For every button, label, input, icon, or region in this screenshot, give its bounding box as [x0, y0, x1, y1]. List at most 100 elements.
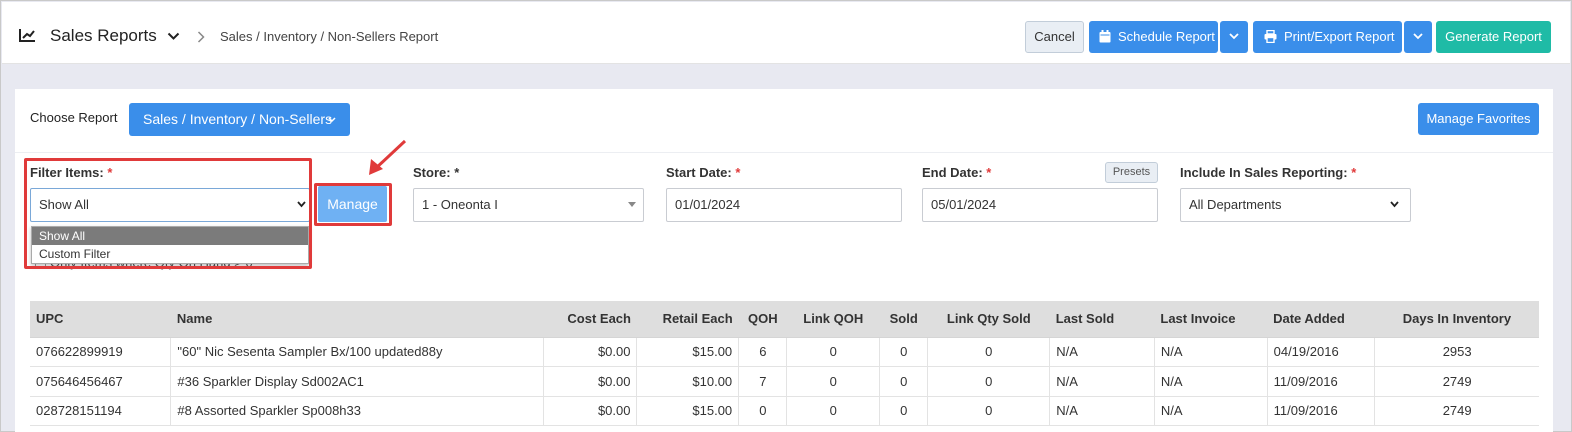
chevron-right-icon [197, 31, 205, 43]
store-label: Store: * [413, 165, 459, 180]
presets-button[interactable]: Presets [1105, 162, 1158, 183]
cell-sold: 0 [879, 366, 929, 397]
column-header-last-sold[interactable]: Last Sold [1049, 301, 1155, 338]
cell-cost-each: $0.00 [543, 366, 638, 397]
cell-date-added: 04/19/2016 [1267, 337, 1376, 367]
schedule-report-button[interactable]: Schedule Report [1089, 21, 1218, 53]
cell-cost-each: $0.00 [543, 337, 638, 367]
choose-report-label: Choose Report [30, 110, 118, 125]
caret-down-icon [628, 202, 636, 207]
end-date-label-text: End Date: [922, 165, 983, 180]
column-header-link-qty-sold[interactable]: Link Qty Sold [927, 301, 1050, 338]
chevron-down-icon [1413, 33, 1423, 40]
column-header-link-qoh[interactable]: Link QOH [786, 301, 880, 338]
cell-qoh: 6 [738, 337, 788, 367]
cell-days-in-inventory: 2749 [1374, 366, 1539, 397]
required-mark: * [735, 165, 741, 180]
cell-retail-each: $15.00 [636, 337, 740, 367]
column-header-qoh[interactable]: QOH [738, 301, 787, 338]
table-row[interactable]: 028728151194 #8 Assorted Sparkler Sp008h… [30, 396, 1539, 426]
calendar-icon [1099, 30, 1111, 43]
cell-last-invoice: N/A [1154, 366, 1268, 397]
table-header-row: UPC Name Cost Each Retail Each QOH Link … [30, 301, 1539, 338]
cell-last-sold: N/A [1049, 337, 1155, 367]
cell-cost-each: $0.00 [543, 396, 638, 426]
cell-name: #8 Assorted Sparkler Sp008h33 [170, 396, 544, 426]
column-header-date-added[interactable]: Date Added [1267, 301, 1375, 338]
cancel-button[interactable]: Cancel [1025, 21, 1084, 53]
cell-retail-each: $10.00 [636, 366, 740, 397]
column-header-upc[interactable]: UPC [30, 301, 171, 338]
cell-link-qty-sold: 0 [927, 366, 1051, 397]
cell-last-sold: N/A [1049, 366, 1155, 397]
cell-date-added: 11/09/2016 [1267, 366, 1376, 397]
store-select[interactable]: 1 - Oneonta I [413, 188, 644, 222]
cell-link-qty-sold: 0 [927, 396, 1051, 426]
print-export-label: Print/Export Report [1284, 29, 1395, 44]
include-in-sales-value: All Departments [1189, 197, 1282, 212]
manage-favorites-button[interactable]: Manage Favorites [1418, 103, 1539, 135]
cell-days-in-inventory: 2749 [1374, 396, 1539, 426]
cell-sold: 0 [879, 396, 929, 426]
column-header-last-invoice[interactable]: Last Invoice [1154, 301, 1268, 338]
cell-link-qoh: 0 [786, 337, 881, 367]
include-in-sales-label: Include In Sales Reporting: * [1180, 165, 1356, 180]
chevron-down-icon [1390, 201, 1399, 208]
column-header-cost-each[interactable]: Cost Each [543, 301, 637, 338]
column-header-days-in-inventory[interactable]: Days In Inventory [1374, 301, 1539, 338]
cell-qoh: 0 [738, 396, 788, 426]
cell-sold: 0 [879, 337, 929, 367]
table-row[interactable]: 075646456467 #36 Sparkler Display Sd002A… [30, 366, 1539, 397]
cell-upc: 028728151194 [30, 396, 172, 426]
top-header: Sales Reports Sales / Inventory / Non-Se… [2, 2, 1570, 64]
schedule-dropdown-button[interactable] [1220, 21, 1248, 53]
generate-report-button[interactable]: Generate Report [1436, 21, 1551, 53]
start-date-label: Start Date: * [666, 165, 740, 180]
end-date-label: End Date: * [922, 165, 991, 180]
report-select-button[interactable]: Sales / Inventory / Non-Sellers [129, 103, 350, 136]
cell-last-invoice: N/A [1154, 396, 1268, 426]
report-select-label: Sales / Inventory / Non-Sellers [143, 111, 333, 127]
include-in-sales-select[interactable]: All Departments [1180, 188, 1411, 222]
cell-date-added: 11/09/2016 [1267, 396, 1376, 426]
divider [15, 152, 1553, 153]
cell-upc: 075646456467 [30, 366, 172, 397]
cell-retail-each: $15.00 [636, 396, 740, 426]
results-table: UPC Name Cost Each Retail Each QOH Link … [30, 301, 1539, 426]
chevron-down-icon [1229, 33, 1239, 40]
include-in-sales-label-text: Include In Sales Reporting: [1180, 165, 1348, 180]
cell-link-qty-sold: 0 [927, 337, 1051, 367]
annotation-highlight-manage [314, 183, 392, 226]
column-header-name[interactable]: Name [170, 301, 544, 338]
start-date-input[interactable]: 01/01/2024 [666, 188, 902, 222]
end-date-input[interactable]: 05/01/2024 [922, 188, 1158, 222]
print-export-button[interactable]: Print/Export Report [1253, 21, 1402, 53]
cell-days-in-inventory: 2953 [1374, 337, 1539, 367]
page-title[interactable]: Sales Reports [50, 26, 157, 46]
window-frame: Sales Reports Sales / Inventory / Non-Se… [0, 0, 1572, 432]
column-header-sold[interactable]: Sold [879, 301, 928, 338]
required-mark: * [986, 165, 992, 180]
line-chart-icon [19, 29, 35, 42]
cell-link-qoh: 0 [786, 396, 881, 426]
cell-upc: 076622899919 [30, 337, 172, 367]
cell-name: "60" Nic Sesenta Sampler Bx/100 updated8… [170, 337, 544, 367]
cell-name: #36 Sparkler Display Sd002AC1 [170, 366, 544, 397]
cell-qoh: 7 [738, 366, 788, 397]
column-header-retail-each[interactable]: Retail Each [636, 301, 739, 338]
cell-last-sold: N/A [1049, 396, 1155, 426]
chevron-down-icon [328, 117, 336, 123]
table-row[interactable]: 076622899919 "60" Nic Sesenta Sampler Bx… [30, 337, 1539, 367]
store-label-text: Store: [413, 165, 451, 180]
print-dropdown-button[interactable] [1404, 21, 1432, 53]
schedule-report-label: Schedule Report [1118, 29, 1215, 44]
required-mark: * [1351, 165, 1357, 180]
cell-last-invoice: N/A [1154, 337, 1268, 367]
store-value: 1 - Oneonta I [422, 197, 498, 212]
chevron-down-icon[interactable] [167, 32, 180, 41]
required-mark: * [454, 165, 460, 180]
printer-icon [1264, 30, 1277, 43]
annotation-highlight-filter [24, 158, 312, 269]
breadcrumb: Sales / Inventory / Non-Sellers Report [220, 29, 439, 44]
cell-link-qoh: 0 [786, 366, 881, 397]
